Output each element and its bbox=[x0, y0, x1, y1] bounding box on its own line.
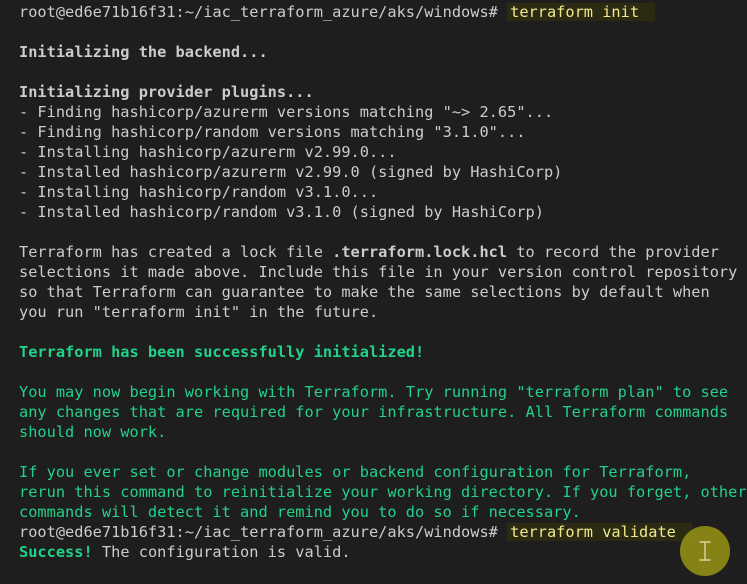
prompt-line-validate: root@ed6e71b16f31:~/iac_terraform_azure/… bbox=[19, 522, 747, 542]
next-steps-line: any changes that are required for your i… bbox=[19, 403, 729, 421]
reinit-line: rerun this command to reinitialize your … bbox=[19, 483, 747, 501]
output-line: - Installed hashicorp/azurerm v2.99.0 (s… bbox=[19, 163, 563, 181]
command-terraform-init: terraform init bbox=[507, 3, 656, 21]
prompt-text: root@ed6e71b16f31:~/iac_terraform_azure/… bbox=[19, 3, 508, 21]
output-line: - Finding hashicorp/random versions matc… bbox=[19, 123, 526, 141]
validate-result-line: Success! The configuration is valid. bbox=[19, 542, 747, 562]
init-success-line: Terraform has been successfully initiali… bbox=[19, 343, 425, 361]
reinit-line: commands will detect it and remind you t… bbox=[19, 503, 581, 521]
lock-text-pre: Terraform has created a lock file bbox=[19, 243, 333, 261]
init-backend-line: Initializing the backend... bbox=[19, 43, 268, 61]
lock-line-3: so that Terraform can guarantee to make … bbox=[19, 283, 710, 301]
output-line: - Installing hashicorp/azurerm v2.99.0..… bbox=[19, 143, 397, 161]
lock-line-4: you run "terraform init" in the future. bbox=[19, 303, 379, 321]
next-steps-line: should now work. bbox=[19, 423, 167, 441]
prompt-text: root@ed6e71b16f31:~/iac_terraform_azure/… bbox=[19, 523, 508, 541]
prompt-line-init: root@ed6e71b16f31:~/iac_terraform_azure/… bbox=[19, 2, 747, 22]
command-terraform-validate: terraform validate bbox=[507, 523, 692, 541]
lock-line-2: selections it made above. Include this f… bbox=[19, 263, 738, 281]
next-steps-line: You may now begin working with Terraform… bbox=[19, 383, 729, 401]
validate-message: The configuration is valid. bbox=[92, 543, 351, 561]
lock-text-post: to record the provider bbox=[507, 243, 719, 261]
terminal[interactable]: root@ed6e71b16f31:~/iac_terraform_azure/… bbox=[0, 0, 747, 584]
lock-file-name: .terraform.lock.hcl bbox=[332, 243, 508, 261]
init-plugins-line: Initializing provider plugins... bbox=[19, 83, 314, 101]
lock-line-1: Terraform has created a lock file .terra… bbox=[19, 242, 747, 262]
reinit-line: If you ever set or change modules or bac… bbox=[19, 463, 692, 481]
validate-success-label: Success! bbox=[19, 543, 93, 561]
cursor-highlight bbox=[680, 526, 730, 576]
output-line: - Installing hashicorp/random v3.1.0... bbox=[19, 183, 379, 201]
output-line: - Finding hashicorp/azurerm versions mat… bbox=[19, 103, 554, 121]
text-cursor-icon bbox=[699, 541, 711, 561]
output-line: - Installed hashicorp/random v3.1.0 (sig… bbox=[19, 203, 544, 221]
